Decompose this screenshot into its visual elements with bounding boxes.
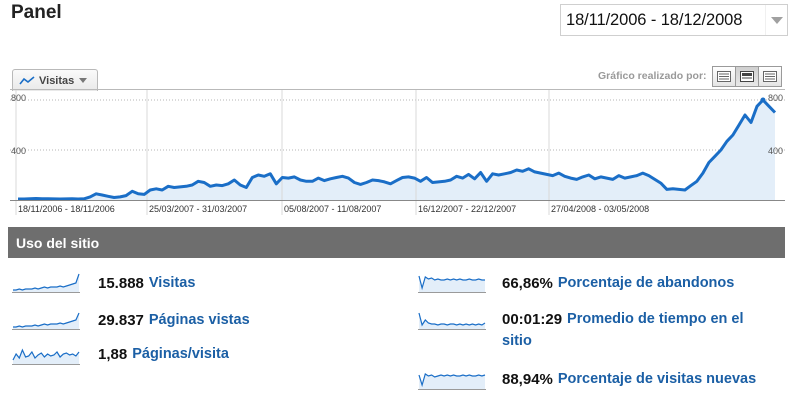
x-tick-label: 18/11/2006 - 18/11/2006 bbox=[18, 204, 115, 214]
y-tick-label: 800 bbox=[11, 93, 26, 103]
stat-pages-per-visit: 1,88 Páginas/visita bbox=[98, 344, 229, 364]
view-month-button[interactable] bbox=[758, 66, 782, 87]
date-range-picker[interactable]: 18/11/2006 - 18/12/2008 bbox=[560, 4, 788, 36]
y-tick-label: 800 bbox=[768, 93, 783, 103]
x-tick-label: 25/03/2007 - 31/03/2007 bbox=[149, 204, 247, 214]
page-title: Panel bbox=[11, 2, 62, 23]
view-day-button[interactable] bbox=[712, 66, 736, 87]
stat-pageviews: 29.837 Páginas vistas bbox=[98, 310, 250, 330]
view-week-button[interactable] bbox=[735, 66, 759, 87]
bounce-rate-link[interactable]: Porcentaje de abandonos bbox=[558, 275, 734, 291]
line-chart-icon bbox=[19, 75, 35, 84]
stat-value: 15.888 bbox=[98, 274, 144, 292]
sparkline-fill bbox=[419, 313, 485, 329]
x-tick-label: 27/04/2008 - 03/05/2008 bbox=[551, 204, 649, 214]
metric-selector-tab[interactable]: Visitas bbox=[12, 69, 98, 91]
visits-chart[interactable]: 800 400 800 400 18/11/2006 - 18/11/2006 25/03… bbox=[10, 89, 785, 215]
visits-sparkline[interactable] bbox=[12, 270, 80, 294]
data-point bbox=[760, 97, 766, 103]
visits-link[interactable]: Visitas bbox=[149, 275, 196, 291]
avg-time-link[interactable]: Promedio de tiempo en el bbox=[567, 311, 743, 327]
date-range-value: 18/11/2006 - 18/12/2008 bbox=[566, 10, 743, 29]
list-icon bbox=[740, 71, 754, 82]
new-visits-sparkline[interactable] bbox=[418, 367, 486, 391]
stat-bounce-rate: 66,86% Porcentaje de abandonos bbox=[502, 273, 734, 293]
chart-view-buttons bbox=[712, 66, 782, 87]
chart-by-label: Gráfico realizado por: bbox=[598, 70, 707, 82]
stat-value: 29.837 bbox=[98, 311, 144, 329]
stat-visits: 15.888 Visitas bbox=[98, 273, 195, 293]
avg-time-sparkline[interactable] bbox=[418, 307, 486, 331]
pageviews-link[interactable]: Páginas vistas bbox=[149, 312, 250, 328]
dropdown-arrow-icon bbox=[79, 78, 88, 83]
avg-time-link-continued[interactable]: sitio bbox=[502, 333, 532, 349]
visits-chart-svg: 800 400 800 400 18/11/2006 - 18/11/2006 25/03… bbox=[10, 90, 785, 215]
stat-value: 88,94% bbox=[502, 370, 553, 388]
metric-tab-label: Visitas bbox=[39, 74, 75, 87]
new-visits-link[interactable]: Porcentaje de visitas nuevas bbox=[558, 371, 756, 387]
pages-per-visit-link[interactable]: Páginas/visita bbox=[132, 346, 229, 362]
stat-new-visits: 88,94% Porcentaje de visitas nuevas bbox=[502, 369, 756, 389]
pages-per-visit-sparkline[interactable] bbox=[12, 342, 80, 366]
site-usage-header: Uso del sitio bbox=[8, 227, 785, 258]
stat-value: 66,86% bbox=[502, 274, 553, 292]
list-icon bbox=[763, 71, 777, 82]
pageviews-sparkline[interactable] bbox=[12, 307, 80, 331]
y-tick-label: 400 bbox=[11, 146, 26, 156]
list-icon bbox=[717, 71, 731, 82]
stat-value: 1,88 bbox=[98, 345, 128, 363]
x-tick-label: 05/08/2007 - 11/08/2007 bbox=[284, 204, 381, 214]
bounce-rate-sparkline[interactable] bbox=[418, 270, 486, 294]
chevron-down-icon[interactable] bbox=[765, 5, 787, 35]
stat-avg-time: 00:01:29 Promedio de tiempo en el bbox=[502, 309, 744, 329]
x-tick-label: 16/12/2007 - 22/12/2007 bbox=[418, 204, 516, 214]
sparkline-line bbox=[418, 312, 486, 327]
stat-value: 00:01:29 bbox=[502, 310, 563, 328]
y-tick-label: 400 bbox=[768, 146, 783, 156]
section-title: Uso del sitio bbox=[16, 234, 100, 251]
